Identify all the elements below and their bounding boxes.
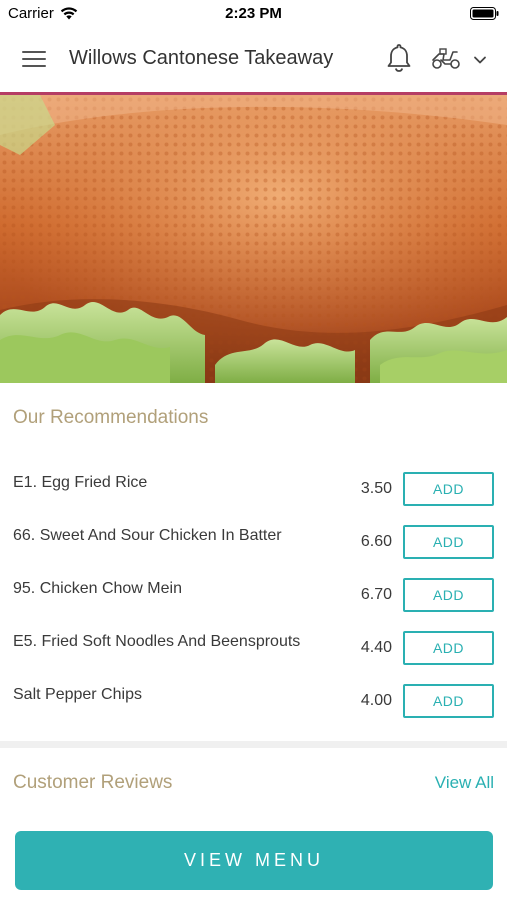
add-button[interactable]: ADD — [403, 472, 494, 506]
view-menu-button[interactable]: VIEW MENU — [15, 831, 493, 890]
battery-icon — [470, 7, 499, 20]
add-button[interactable]: ADD — [403, 525, 494, 559]
recommendations-heading: Our Recommendations — [13, 407, 209, 428]
section-divider — [0, 741, 507, 748]
bell-icon[interactable] — [384, 42, 414, 74]
item-price: 6.70 — [360, 586, 392, 603]
chevron-down-icon[interactable] — [472, 54, 488, 66]
delivery-scooter-icon[interactable] — [430, 47, 462, 71]
list-item: 95. Chicken Chow Mein 6.70 ADD — [0, 568, 507, 621]
item-name: Salt Pepper Chips — [13, 686, 142, 703]
add-button[interactable]: ADD — [403, 631, 494, 665]
item-price: 4.00 — [360, 692, 392, 709]
list-item: E1. Egg Fried Rice 3.50 ADD — [0, 462, 507, 515]
item-price: 6.60 — [360, 533, 392, 550]
hamburger-menu-icon[interactable] — [22, 49, 48, 69]
list-item: E5. Fried Soft Noodles And Beensprouts 4… — [0, 621, 507, 674]
hero-image — [0, 95, 507, 383]
add-button[interactable]: ADD — [403, 684, 494, 718]
item-price: 4.40 — [360, 639, 392, 656]
view-all-reviews-link[interactable]: View All — [435, 773, 494, 793]
item-price: 3.50 — [360, 480, 392, 497]
status-bar: Carrier 2:23 PM — [0, 0, 507, 26]
recommendations-list: E1. Egg Fried Rice 3.50 ADD 66. Sweet An… — [0, 462, 507, 727]
list-item: 66. Sweet And Sour Chicken In Batter 6.6… — [0, 515, 507, 568]
item-name: 95. Chicken Chow Mein — [13, 580, 182, 597]
list-item: Salt Pepper Chips 4.00 ADD — [0, 674, 507, 727]
roast-duck-illustration — [0, 95, 507, 383]
reviews-heading: Customer Reviews — [13, 772, 173, 793]
app-header: Willows Cantonese Takeaway — [0, 26, 507, 92]
item-name: 66. Sweet And Sour Chicken In Batter — [13, 527, 282, 544]
add-button[interactable]: ADD — [403, 578, 494, 612]
item-name: E5. Fried Soft Noodles And Beensprouts — [13, 633, 301, 650]
app-title: Willows Cantonese Takeaway — [69, 47, 334, 69]
item-name: E1. Egg Fried Rice — [13, 474, 148, 491]
status-time: 2:23 PM — [225, 5, 282, 22]
